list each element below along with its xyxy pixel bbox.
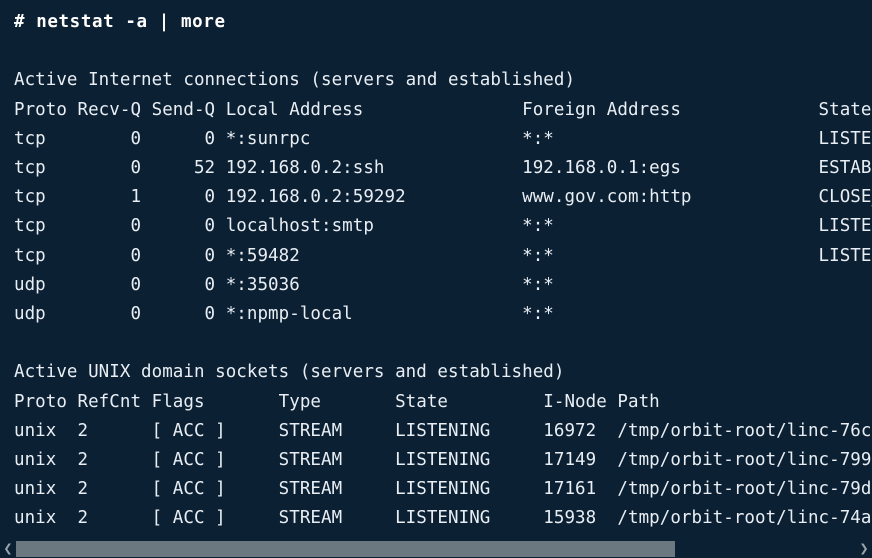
table-row: tcp 0 0 *:59482 *:* LISTENING: [14, 245, 872, 266]
section-title: Active Internet connections (servers and…: [14, 70, 576, 91]
scroll-right-arrow-icon[interactable]: ❯: [856, 540, 872, 558]
scroll-left-arrow-icon[interactable]: ❮: [0, 540, 16, 558]
horizontal-scrollbar[interactable]: ❮ ❯: [0, 540, 872, 558]
table-row: unix 2 [ ACC ] STREAM LISTENING 17149 /t…: [14, 450, 872, 470]
terminal-screen[interactable]: # netstat -a | more Active Internet conne…: [0, 0, 872, 540]
column-header-row: Proto Recv-Q Send-Q Local Address Foreig…: [14, 99, 872, 120]
table-row: tcp 0 0 *:sunrpc *:* LISTENING: [14, 128, 872, 149]
table-row: udp 0 0 *:npmp-local *:*: [14, 304, 554, 324]
table-row: unix 2 [ ACC ] STREAM LISTENING 16972 /t…: [14, 420, 872, 441]
table-row: unix 2 [ ACC ] STREAM LISTENING 17161 /t…: [14, 479, 872, 500]
scrollbar-track[interactable]: [16, 540, 856, 558]
scrollbar-thumb[interactable]: [16, 541, 675, 557]
section-title: Active UNIX domain sockets (servers and …: [14, 362, 565, 383]
command-prompt-line: # netstat -a | more: [14, 12, 226, 32]
table-row: tcp 0 52 192.168.0.2:ssh 192.168.0.1:egs…: [14, 158, 872, 178]
table-row: udp 0 0 *:35036 *:*: [14, 274, 554, 295]
column-header-row: Proto RefCnt Flags Type State I-Node Pat…: [14, 391, 660, 412]
table-row: tcp 1 0 192.168.0.2:59292 www.gov.com:ht…: [14, 187, 872, 208]
table-row: unix 2 [ ACC ] STREAM LISTENING 15938 /t…: [14, 508, 872, 529]
table-row: tcp 0 0 localhost:smtp *:* LISTENING: [14, 216, 872, 237]
terminal-window: # netstat -a | more Active Internet conne…: [0, 0, 872, 558]
